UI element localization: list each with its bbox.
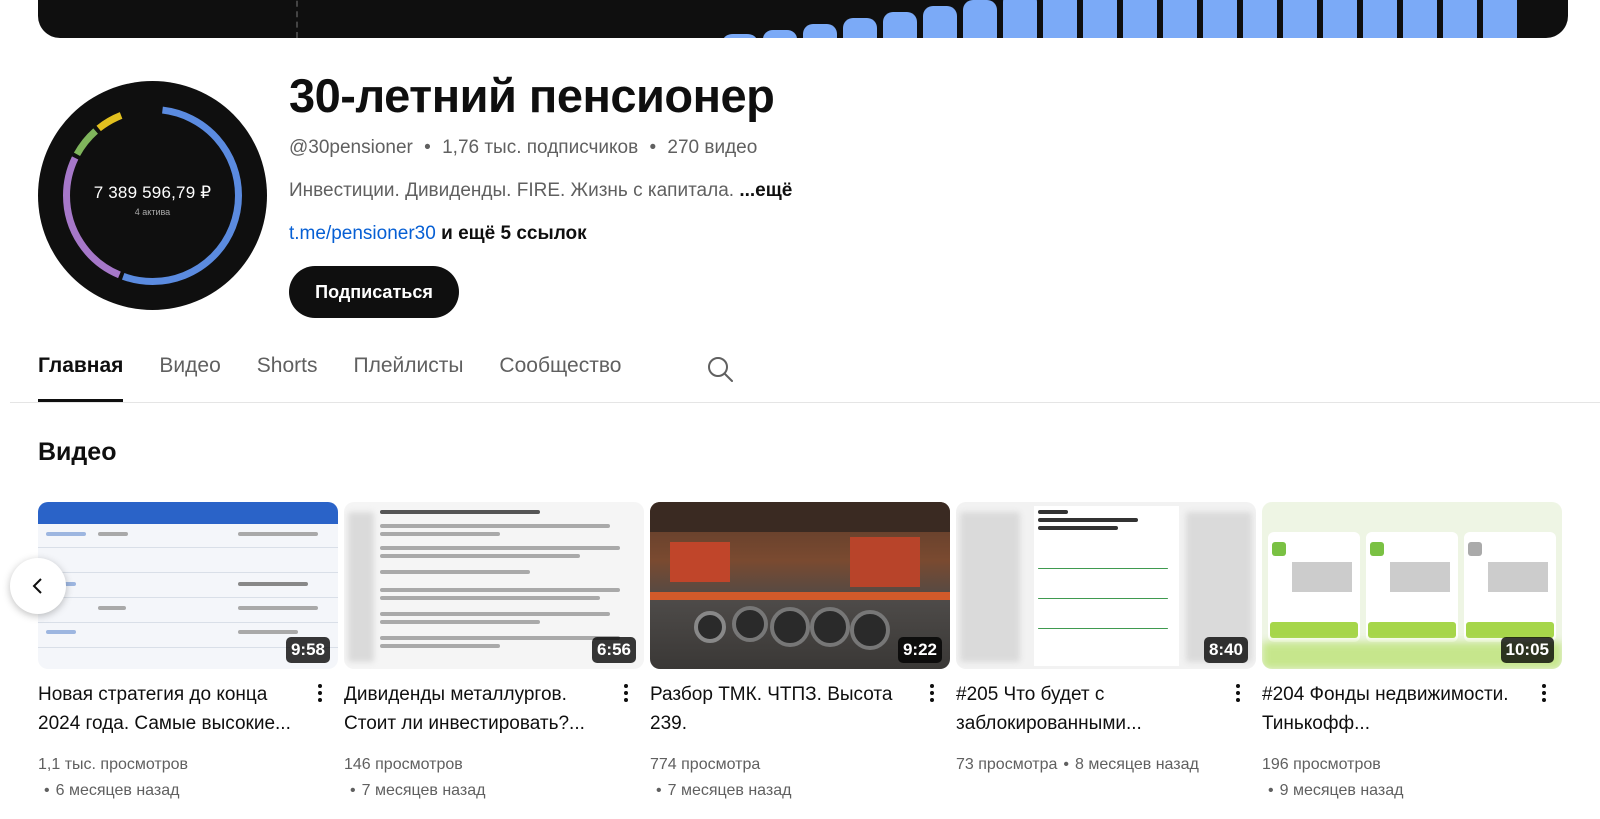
- banner-bar: [1403, 0, 1437, 38]
- video-title[interactable]: Разбор ТМК. ЧТПЗ. Высота 239.: [650, 680, 920, 738]
- carousel-prev-button[interactable]: [10, 558, 66, 614]
- banner-bar: [1043, 0, 1077, 38]
- banner-bar: [923, 6, 957, 38]
- video-stats: 1,1 тыс. просмотров • 6 месяцев назад: [38, 752, 188, 804]
- banner-bar: [1003, 0, 1037, 38]
- video-title[interactable]: Дивиденды металлургов. Стоит ли инвестир…: [344, 680, 614, 738]
- video-age: 7 месяцев назад: [361, 782, 486, 799]
- meta-separator: •: [649, 137, 657, 158]
- banner-bar: [1443, 0, 1477, 38]
- video-views: 774 просмотра: [650, 756, 761, 773]
- section-title: Видео: [38, 438, 117, 466]
- tab-shorts[interactable]: Shorts: [257, 354, 318, 402]
- description-more-link[interactable]: ...ещё: [739, 180, 792, 201]
- banner-bar: [1363, 0, 1397, 38]
- more-vert-icon[interactable]: [924, 682, 940, 706]
- video-views: 73 просмотра: [956, 756, 1058, 773]
- video-views: 196 просмотров: [1262, 756, 1381, 773]
- banner-bar: [1203, 0, 1237, 38]
- banner-bar: [1243, 0, 1277, 38]
- banner-bar: [763, 30, 797, 38]
- telegram-link[interactable]: t.me/pensioner30: [289, 223, 436, 244]
- video-age: 9 месяцев назад: [1279, 782, 1404, 799]
- meta-separator: •: [350, 782, 356, 799]
- channel-links: t.me/pensioner30 и ещё 5 ссылок: [289, 223, 587, 245]
- video-duration: 6:56: [591, 637, 636, 663]
- meta-separator: •: [656, 782, 662, 799]
- more-vert-icon[interactable]: [1536, 682, 1552, 706]
- video-thumbnail[interactable]: 6:56: [344, 502, 644, 669]
- tab-playlists[interactable]: Плейлисты: [353, 354, 463, 402]
- meta-separator: •: [44, 782, 50, 799]
- more-vert-icon[interactable]: [312, 682, 328, 706]
- channel-description[interactable]: Инвестиции. Дивиденды. FIRE. Жизнь с кап…: [289, 180, 792, 202]
- banner-bar: [963, 0, 997, 38]
- description-text: Инвестиции. Дивиденды. FIRE. Жизнь с кап…: [289, 180, 740, 201]
- tab-home[interactable]: Главная: [38, 354, 124, 402]
- more-links-button[interactable]: и ещё 5 ссылок: [436, 223, 587, 244]
- avatar-subtitle: 4 актива: [134, 207, 171, 217]
- subscribe-button[interactable]: Подписаться: [289, 266, 459, 318]
- video-card[interactable]: 6:56 Дивиденды металлургов. Стоит ли инв…: [344, 502, 644, 799]
- banner-bar: [883, 12, 917, 38]
- video-views: 146 просмотров: [344, 756, 463, 773]
- video-title[interactable]: #204 Фонды недвижимости. Тинькофф...: [1262, 680, 1532, 738]
- video-thumbnail[interactable]: 10:05: [1262, 502, 1562, 669]
- channel-name: 30-летний пенсионер: [289, 69, 775, 122]
- banner-chart-graphic: [723, 0, 1517, 38]
- banner-bar: [1083, 0, 1117, 38]
- video-duration: 9:58: [285, 637, 330, 663]
- banner-bar: [1483, 0, 1517, 38]
- search-icon[interactable]: [706, 355, 734, 383]
- chevron-left-icon: [32, 578, 42, 594]
- avatar-amount: 7 389 596,79 ₽: [93, 183, 212, 202]
- video-duration: 9:22: [897, 637, 942, 663]
- meta-separator: •: [1268, 782, 1274, 799]
- video-stats: 774 просмотра • 7 месяцев назад: [650, 752, 791, 804]
- video-thumbnail[interactable]: 8:40: [956, 502, 1256, 669]
- video-age: 8 месяцев назад: [1074, 756, 1199, 773]
- video-stats: 196 просмотров • 9 месяцев назад: [1262, 752, 1403, 804]
- channel-banner: [38, 0, 1568, 38]
- video-age: 7 месяцев назад: [667, 782, 792, 799]
- channel-tabs: Главная Видео Shorts Плейлисты Сообществ…: [38, 354, 657, 402]
- tab-videos[interactable]: Видео: [159, 354, 220, 402]
- more-vert-icon[interactable]: [1230, 682, 1246, 706]
- video-stats: 146 просмотров • 7 месяцев назад: [344, 752, 485, 804]
- banner-bar: [723, 34, 757, 38]
- banner-bar: [1163, 0, 1197, 38]
- banner-bar: [1323, 0, 1357, 38]
- banner-bar: [1283, 0, 1317, 38]
- video-thumbnail[interactable]: 9:22: [650, 502, 950, 669]
- video-title[interactable]: #205 Что будет с заблокированными...: [956, 680, 1226, 738]
- tabs-divider: [10, 402, 1600, 403]
- video-card[interactable]: 8:40 #205 Что будет с заблокированными..…: [956, 502, 1256, 773]
- banner-bar: [1123, 0, 1157, 38]
- channel-avatar[interactable]: 7 389 596,79 ₽ 4 актива: [38, 81, 267, 310]
- video-age: 6 месяцев назад: [55, 782, 180, 799]
- banner-bar: [803, 24, 837, 38]
- video-card[interactable]: 10:05 #204 Фонды недвижимости. Тинькофф.…: [1262, 502, 1562, 799]
- video-stats: 73 просмотра • 8 месяцев назад: [956, 752, 1199, 778]
- video-title[interactable]: Новая стратегия до конца 2024 года. Самы…: [38, 680, 308, 738]
- video-card[interactable]: 9:58 Новая стратегия до конца 2024 года.…: [38, 502, 338, 799]
- video-card[interactable]: 9:22 Разбор ТМК. ЧТПЗ. Высота 239. 774 п…: [650, 502, 950, 799]
- video-views: 1,1 тыс. просмотров: [38, 756, 189, 773]
- meta-separator: •: [424, 137, 431, 158]
- more-vert-icon[interactable]: [618, 682, 634, 706]
- video-count: 270 видео: [667, 137, 758, 158]
- meta-separator: •: [1063, 756, 1069, 773]
- subscriber-count: 1,76 тыс. подписчиков: [442, 137, 639, 158]
- video-duration: 10:05: [1500, 637, 1554, 663]
- video-duration: 8:40: [1203, 637, 1248, 663]
- tab-community[interactable]: Сообщество: [499, 354, 621, 402]
- channel-meta: @30pensioner • 1,76 тыс. подписчиков • 2…: [289, 137, 757, 159]
- channel-handle: @30pensioner: [289, 137, 413, 158]
- video-thumbnail[interactable]: 9:58: [38, 502, 338, 669]
- banner-bar: [843, 18, 877, 38]
